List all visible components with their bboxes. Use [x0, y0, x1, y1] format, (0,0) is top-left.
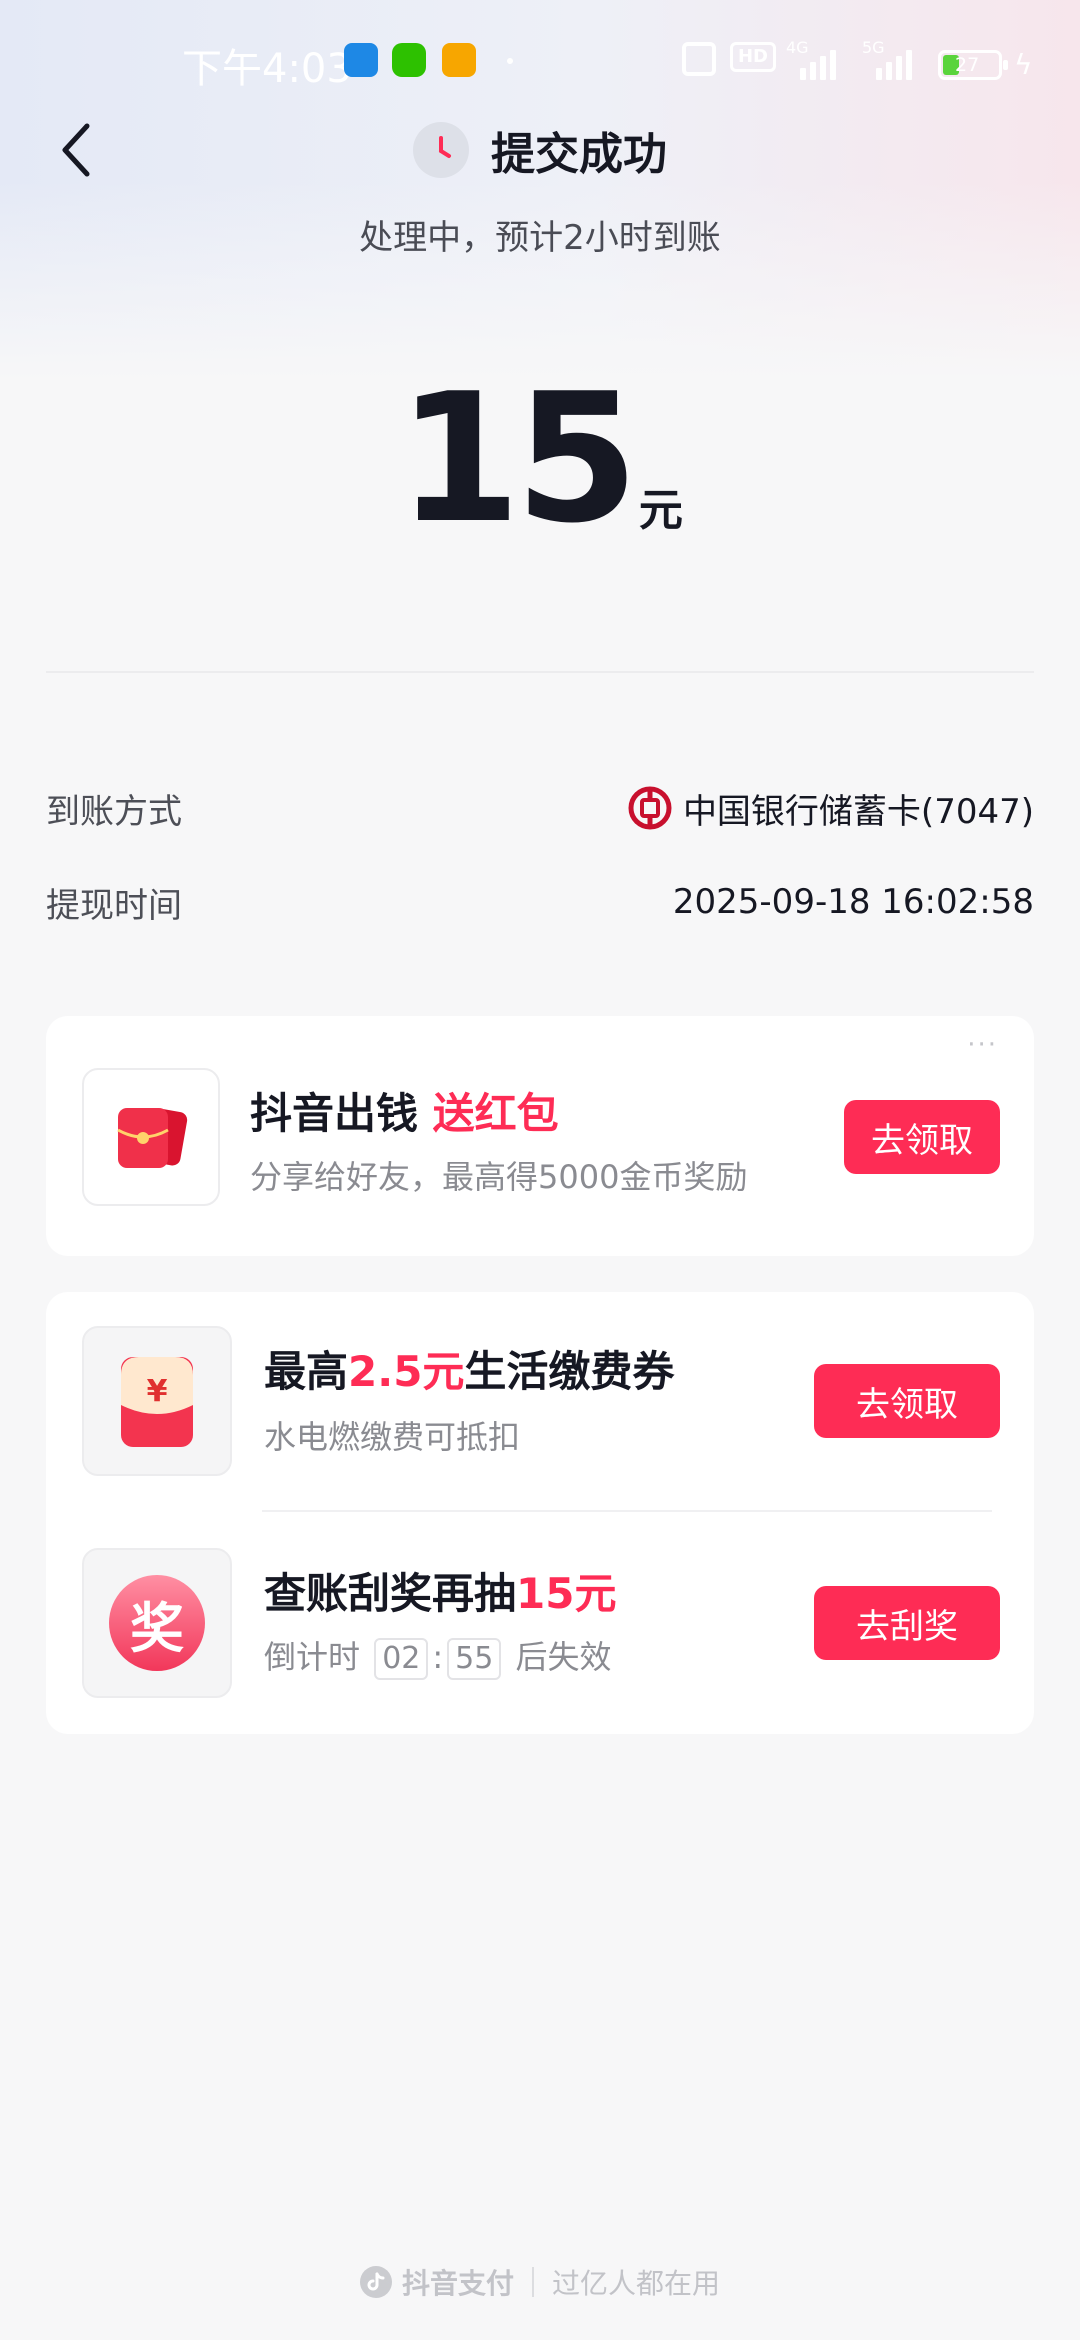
detail-row-receive-method: 到账方式 中国银行储蓄卡(7047): [46, 778, 1034, 838]
prize-icon-text: 奖: [130, 1596, 184, 1660]
countdown-minutes: 02: [374, 1638, 429, 1680]
promo-title-main: 抖音出钱: [250, 1089, 419, 1138]
notification-app-icon: [344, 43, 378, 77]
footer-separator: [532, 2267, 534, 2297]
detail-value: 中国银行储蓄卡(7047): [627, 784, 1034, 833]
status-subtitle: 处理中，预计2小时到账: [359, 218, 721, 258]
amount-unit: 元: [638, 485, 683, 536]
detail-label: 提现时间: [46, 885, 182, 926]
detail-value: 2025-09-18 16:02:58: [672, 882, 1034, 922]
item-divider: [262, 1510, 992, 1512]
withdraw-amount: 15 元: [0, 370, 1080, 548]
notes-notification-icon: [442, 43, 476, 77]
promo-description: 水电燃缴费可抵扣: [264, 1418, 521, 1456]
promo-title: 查账刮奖再抽15元: [264, 1560, 616, 1621]
footer: 抖音支付 过亿人都在用: [0, 2262, 1080, 2302]
battery-level: 27: [955, 54, 980, 76]
detail-row-withdraw-time: 提现时间 2025-09-18 16:02:58: [46, 872, 1034, 932]
prize-thumb: 奖: [82, 1548, 232, 1698]
more-options-icon[interactable]: ···: [967, 1030, 998, 1060]
amount-value: 15: [397, 355, 639, 562]
countdown-separator: :: [432, 1638, 444, 1676]
footer-brand-name: 抖音支付: [401, 2267, 514, 2300]
page-header: 提交成功: [0, 112, 1080, 188]
status-bar: 下午4:03 HD 4G 5G 27 ϟ: [0, 28, 1080, 98]
countdown-suffix: 后失效: [515, 1638, 612, 1676]
promo-card-red-packet: ··· 抖音出钱 送红包 分享给好友，最高得5000金币奖励 去领取: [46, 1016, 1034, 1256]
wechat-notification-icon: [392, 43, 426, 77]
signal-bars-sim2-icon: [876, 44, 912, 80]
bank-card-name: 中国银行储蓄卡(7047): [682, 791, 1034, 832]
promo-title-highlight: 15元: [516, 1569, 617, 1618]
page-title: 提交成功: [491, 129, 667, 180]
svg-text:¥: ¥: [147, 1374, 168, 1409]
footer-slogan: 过亿人都在用: [552, 2267, 721, 2300]
screen-cast-icon: [682, 42, 716, 76]
promo-title-highlight: 2.5元: [348, 1347, 465, 1396]
claim-coupon-button[interactable]: 去领取: [814, 1364, 1000, 1438]
promo-title: 最高2.5元生活缴费券: [264, 1338, 674, 1399]
promo-title: 抖音出钱 送红包: [250, 1080, 559, 1141]
countdown-seconds: 55: [447, 1638, 502, 1680]
battery-icon: 27: [938, 50, 1008, 80]
scratch-prize-button[interactable]: 去刮奖: [814, 1586, 1000, 1660]
footer-brand: 抖音支付: [359, 2262, 514, 2302]
status-time: 下午4:03: [182, 46, 352, 92]
hd-voice-icon: HD: [730, 42, 776, 72]
detail-label: 到账方式: [46, 791, 182, 832]
douyin-pay-logo-icon: [359, 2266, 392, 2298]
divider: [46, 671, 1034, 673]
coupon-thumb: ¥: [82, 1326, 232, 1476]
promo-description: 分享给好友，最高得5000金币奖励: [250, 1158, 748, 1196]
promo-card-rewards: ¥ 最高2.5元生活缴费券 水电燃缴费可抵扣 去领取 奖 查账刮奖再抽15元 倒…: [46, 1292, 1034, 1734]
claim-red-packet-button[interactable]: 去领取: [844, 1100, 1000, 1174]
promo-title-prefix: 最高: [264, 1347, 349, 1396]
bill-coupon-icon: ¥: [121, 1357, 193, 1447]
red-packet-thumb: [82, 1068, 220, 1206]
signal-bars-sim1-icon: [800, 44, 836, 80]
more-notifications-dot: [507, 58, 513, 64]
clock-icon: [413, 122, 469, 178]
bank-of-china-logo-icon: [628, 786, 672, 830]
red-packet-icon: [117, 1108, 188, 1168]
charging-icon: ϟ: [1014, 48, 1033, 81]
promo-title-highlight: 送红包: [432, 1089, 559, 1138]
promo-title-prefix: 查账刮奖再抽: [264, 1569, 517, 1618]
countdown-prefix: 倒计时: [264, 1638, 361, 1676]
promo-title-suffix: 生活缴费券: [464, 1347, 675, 1396]
countdown-text: 倒计时 02:55 后失效: [264, 1632, 612, 1680]
